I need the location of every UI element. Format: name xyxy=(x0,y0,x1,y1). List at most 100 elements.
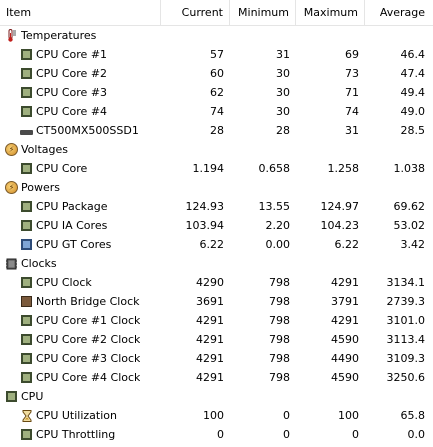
column-header-current[interactable]: Current xyxy=(161,0,230,25)
current-value: 103.94 xyxy=(185,219,225,232)
minimum-value: 30 xyxy=(276,105,290,118)
average-value: 28.5 xyxy=(400,124,426,137)
sensor-row[interactable]: CPU IA Cores 103.94 2.20 104.23 53.02 xyxy=(0,216,433,235)
group-row[interactable]: ⚡ Powers xyxy=(0,178,433,197)
sensor-row[interactable]: CT500MX500SSD1 28 28 31 28.5 xyxy=(0,121,433,140)
current-value: 124.93 xyxy=(185,200,225,213)
item-cell: ⚡ Voltages xyxy=(0,140,161,159)
sensor-row[interactable]: CPU Core #4 Clock 4291 798 4590 3250.6 xyxy=(0,368,433,387)
minimum-value: 30 xyxy=(276,67,290,80)
cpu-chip-icon xyxy=(20,371,33,384)
item-cell: CT500MX500SSD1 xyxy=(0,121,161,140)
sensor-row[interactable]: CPU Core 1.194 0.658 1.258 1.038 xyxy=(0,159,433,178)
sensor-row[interactable]: CPU Core #4 74 30 74 49.0 xyxy=(0,102,433,121)
item-cell: CPU Core #2 xyxy=(0,64,161,83)
average-value: 1.038 xyxy=(393,162,426,175)
column-header-minimum[interactable]: Minimum xyxy=(230,0,296,25)
current-value: 100 xyxy=(203,409,224,422)
cpu-chip-icon xyxy=(20,276,33,289)
sensor-row[interactable]: CPU Core #1 57 31 69 46.4 xyxy=(0,45,433,64)
average-value: 2739.3 xyxy=(386,295,426,308)
sensor-row[interactable]: CPU Clock 4290 798 4291 3134.1 xyxy=(0,273,433,292)
maximum-value: 4490 xyxy=(331,352,359,365)
average-value: 3250.6 xyxy=(386,371,426,384)
power-icon: ⚡ xyxy=(5,181,18,194)
cpu-chip-icon xyxy=(20,200,33,213)
current-value: 3691 xyxy=(196,295,224,308)
cpu-chip-icon xyxy=(20,48,33,61)
average-value: 3109.3 xyxy=(386,352,426,365)
group-row[interactable]: Clocks xyxy=(0,254,433,273)
sensor-label: CPU Core #4 xyxy=(36,105,108,118)
sensor-row[interactable]: CPU Core #3 Clock 4291 798 4490 3109.3 xyxy=(0,349,433,368)
maximum-value: 3791 xyxy=(331,295,359,308)
average-value: 49.0 xyxy=(400,105,426,118)
group-row[interactable]: Temperatures xyxy=(0,26,433,45)
sensor-label: CPU Core #2 xyxy=(36,67,108,80)
group-row[interactable]: CPU xyxy=(0,387,433,406)
item-cell: CPU Throttling xyxy=(0,425,161,444)
minimum-value: 798 xyxy=(269,352,290,365)
minimum-value: 28 xyxy=(276,124,290,137)
maximum-value: 73 xyxy=(345,67,359,80)
current-value: 1.194 xyxy=(192,162,225,175)
sensor-row[interactable]: CPU Utilization 100 0 100 65.8 xyxy=(0,406,433,425)
sensor-row[interactable]: CPU Core #2 Clock 4291 798 4590 3113.4 xyxy=(0,330,433,349)
column-header-average[interactable]: Average xyxy=(365,0,431,25)
minimum-value: 31 xyxy=(276,48,290,61)
sensor-label: CPU IA Cores xyxy=(36,219,108,232)
cpu-chip-icon xyxy=(20,162,33,175)
maximum-value: 104.23 xyxy=(320,219,360,232)
sensor-label: CPU Core #2 Clock xyxy=(36,333,141,346)
sensor-label: CPU Core #3 Clock xyxy=(36,352,141,365)
sensor-label: CPU Core xyxy=(36,162,88,175)
sensor-label: CPU Core #1 xyxy=(36,48,108,61)
maximum-value: 71 xyxy=(345,86,359,99)
sensor-row[interactable]: CPU Core #2 60 30 73 47.4 xyxy=(0,64,433,83)
table-header: Item Current Minimum Maximum Average xyxy=(0,0,433,26)
item-cell: CPU Core #3 xyxy=(0,83,161,102)
group-label: Powers xyxy=(21,181,60,194)
sensor-label: CPU GT Cores xyxy=(36,238,112,251)
minimum-value: 0.00 xyxy=(265,238,291,251)
maximum-value: 100 xyxy=(338,409,359,422)
sensor-table: Item Current Minimum Maximum Average Tem… xyxy=(0,0,433,447)
current-value: 4291 xyxy=(196,314,224,327)
average-value: 3101.0 xyxy=(386,314,426,327)
cpu-chip-icon xyxy=(20,352,33,365)
maximum-value: 4590 xyxy=(331,333,359,346)
item-cell: North Bridge Clock xyxy=(0,292,161,311)
clock-icon xyxy=(5,257,18,270)
item-cell: CPU GT Cores xyxy=(0,235,161,254)
maximum-value: 124.97 xyxy=(320,200,360,213)
current-value: 0 xyxy=(217,428,224,441)
item-cell: CPU Core #2 Clock xyxy=(0,330,161,349)
sensor-row[interactable]: CPU Throttling 0 0 0 0.0 xyxy=(0,425,433,444)
group-label: CPU xyxy=(21,390,44,403)
item-cell: CPU xyxy=(0,387,161,406)
sensor-row[interactable]: North Bridge Clock 3691 798 3791 2739.3 xyxy=(0,292,433,311)
average-value: 69.62 xyxy=(393,200,426,213)
sensor-label: CT500MX500SSD1 xyxy=(36,124,139,137)
sensor-row[interactable]: CPU Core #3 62 30 71 49.4 xyxy=(0,83,433,102)
minimum-value: 0 xyxy=(283,428,290,441)
current-value: 4291 xyxy=(196,371,224,384)
cpu-chip-icon xyxy=(5,390,18,403)
current-value: 4290 xyxy=(196,276,224,289)
column-header-item[interactable]: Item xyxy=(0,0,161,25)
minimum-value: 30 xyxy=(276,86,290,99)
cpu-chip-icon xyxy=(20,86,33,99)
ssd-drive-icon xyxy=(20,124,33,137)
north-bridge-icon xyxy=(20,295,33,308)
average-value: 53.02 xyxy=(393,219,426,232)
group-row[interactable]: ⚡ Voltages xyxy=(0,140,433,159)
hourglass-icon xyxy=(20,409,33,422)
sensor-row[interactable]: CPU Core #1 Clock 4291 798 4291 3101.0 xyxy=(0,311,433,330)
column-header-maximum[interactable]: Maximum xyxy=(296,0,365,25)
item-cell: CPU Package xyxy=(0,197,161,216)
sensor-row[interactable]: CPU Package 124.93 13.55 124.97 69.62 xyxy=(0,197,433,216)
sensor-row[interactable]: CPU GT Cores 6.22 0.00 6.22 3.42 xyxy=(0,235,433,254)
maximum-value: 4291 xyxy=(331,276,359,289)
sensor-label: CPU Clock xyxy=(36,276,92,289)
minimum-value: 798 xyxy=(269,295,290,308)
